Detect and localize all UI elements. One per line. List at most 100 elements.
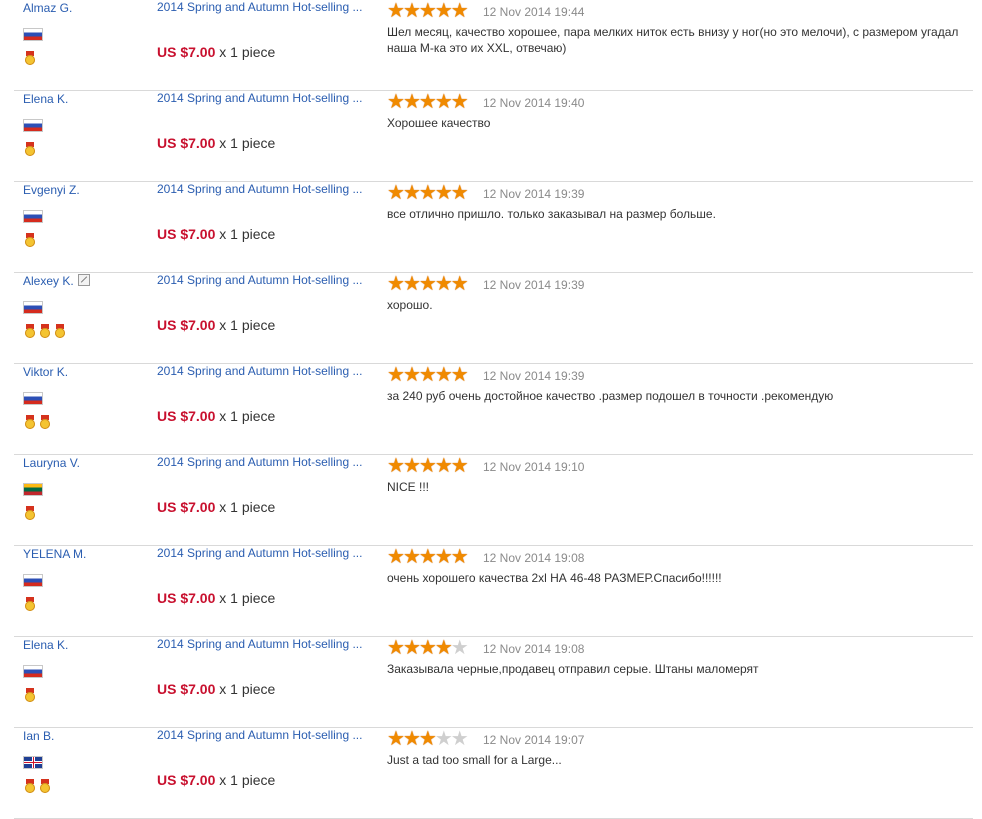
star-filled-icon: ★ [402, 91, 421, 113]
review-date: 12 Nov 2014 19:08 [483, 551, 585, 565]
star-filled-icon: ★ [418, 546, 437, 568]
price: US $7.00 [157, 135, 216, 151]
review-date: 12 Nov 2014 19:39 [483, 278, 585, 292]
star-filled-icon: ★ [418, 273, 437, 295]
medal-icon [25, 415, 35, 430]
product-link[interactable]: 2014 Spring and Autumn Hot-selling ... [157, 273, 373, 287]
price: US $7.00 [157, 681, 216, 697]
star-filled-icon: ★ [387, 728, 405, 750]
buyer-name[interactable]: Almaz G. [23, 1, 72, 15]
buyer-level-badges [25, 51, 40, 71]
star-filled-icon: ★ [387, 0, 405, 22]
medal-icon [25, 233, 35, 248]
star-filled-icon: ★ [418, 455, 437, 477]
buyer-level-badges [25, 324, 70, 344]
buyer-name[interactable]: Elena K. [23, 92, 68, 106]
order-info: US $7.00 x 1 piece [157, 499, 275, 515]
review-date: 12 Nov 2014 19:44 [483, 5, 585, 19]
buyer-name[interactable]: Ian B. [23, 729, 54, 743]
review-row: Viktor K. 2014 Spring and Autumn Hot-sell… [14, 364, 973, 455]
buyer-name-text[interactable]: Elena K. [23, 92, 68, 106]
buyer-name[interactable]: Lauryna V. [23, 456, 80, 470]
product-link[interactable]: 2014 Spring and Autumn Hot-selling ... [157, 364, 373, 378]
buyer-name[interactable]: Alexey K. [23, 274, 90, 288]
buyer-level-badges [25, 415, 55, 435]
star-empty-icon: ★ [434, 728, 453, 750]
product-link[interactable]: 2014 Spring and Autumn Hot-selling ... [157, 0, 373, 14]
star-rating: ★★★★★ [387, 0, 469, 22]
price: US $7.00 [157, 317, 216, 333]
buyer-name[interactable]: YELENA M. [23, 547, 86, 561]
star-filled-icon: ★ [450, 546, 469, 568]
buyer-name-text[interactable]: Alexey K. [23, 274, 74, 288]
review-date: 12 Nov 2014 19:39 [483, 369, 585, 383]
buyer-name[interactable]: Elena K. [23, 638, 68, 652]
order-info: US $7.00 x 1 piece [157, 44, 275, 60]
product-link[interactable]: 2014 Spring and Autumn Hot-selling ... [157, 182, 373, 196]
product-link[interactable]: 2014 Spring and Autumn Hot-selling ... [157, 637, 373, 651]
product-link[interactable]: 2014 Spring and Autumn Hot-selling ... [157, 91, 373, 105]
buyer-level-badges [25, 597, 40, 617]
star-rating: ★★★★★ [387, 182, 469, 204]
review-text: Шел месяц, качество хорошее, пара мелких… [387, 25, 959, 55]
star-rating: ★★★★★ [387, 91, 469, 113]
review-date: 12 Nov 2014 19:40 [483, 96, 585, 110]
star-filled-icon: ★ [434, 273, 453, 295]
star-filled-icon: ★ [450, 91, 469, 113]
quantity: x 1 piece [219, 226, 276, 242]
buyer-name-text[interactable]: Ian B. [23, 729, 54, 743]
country-flag-icon [23, 119, 43, 132]
star-rating: ★★★★★ [387, 728, 469, 750]
product-link[interactable]: 2014 Spring and Autumn Hot-selling ... [157, 728, 373, 742]
country-flag-icon [23, 301, 43, 314]
star-filled-icon: ★ [402, 637, 421, 659]
star-filled-icon: ★ [402, 728, 421, 750]
buyer-name-text[interactable]: Viktor K. [23, 365, 68, 379]
review-text: Хорошее качество [387, 116, 491, 130]
order-info: US $7.00 x 1 piece [157, 681, 275, 697]
buyer-name-text[interactable]: YELENA M. [23, 547, 86, 561]
country-flag-icon [23, 28, 43, 41]
country-flag-icon [23, 665, 43, 678]
star-filled-icon: ★ [418, 91, 437, 113]
medal-icon [25, 506, 35, 521]
buyer-name-text[interactable]: Lauryna V. [23, 456, 80, 470]
review-row: Elena K. 2014 Spring and Autumn Hot-selli… [14, 91, 973, 182]
edit-icon[interactable] [77, 274, 90, 286]
review-date: 12 Nov 2014 19:10 [483, 460, 585, 474]
review-row: Evgenyi Z. 2014 Spring and Autumn Hot-sel… [14, 182, 973, 273]
buyer-level-badges [25, 233, 40, 253]
review-row: Ian B. 2014 Spring and Autumn Hot-selling… [14, 728, 973, 819]
product-link[interactable]: 2014 Spring and Autumn Hot-selling ... [157, 546, 373, 560]
order-info: US $7.00 x 1 piece [157, 317, 275, 333]
star-filled-icon: ★ [402, 546, 421, 568]
star-rating: ★★★★★ [387, 546, 469, 568]
buyer-name-text[interactable]: Elena K. [23, 638, 68, 652]
review-row: Alexey K. 2014 Spring and Autumn Hot-sell… [14, 273, 973, 364]
buyer-level-badges [25, 506, 40, 526]
medal-icon [25, 142, 35, 157]
star-filled-icon: ★ [387, 91, 405, 113]
review-date: 12 Nov 2014 19:39 [483, 187, 585, 201]
review-row: Almaz G. 2014 Spring and Autumn Hot-selli… [14, 0, 973, 91]
star-filled-icon: ★ [387, 273, 405, 295]
star-empty-icon: ★ [450, 637, 469, 659]
price: US $7.00 [157, 590, 216, 606]
star-filled-icon: ★ [434, 637, 453, 659]
buyer-name-text[interactable]: Evgenyi Z. [23, 183, 80, 197]
buyer-name[interactable]: Viktor K. [23, 365, 68, 379]
product-link[interactable]: 2014 Spring and Autumn Hot-selling ... [157, 455, 373, 469]
quantity: x 1 piece [219, 44, 276, 60]
order-info: US $7.00 x 1 piece [157, 772, 275, 788]
star-filled-icon: ★ [434, 364, 453, 386]
price: US $7.00 [157, 44, 216, 60]
star-filled-icon: ★ [450, 0, 469, 22]
price: US $7.00 [157, 408, 216, 424]
medal-icon [25, 688, 35, 703]
star-rating: ★★★★★ [387, 455, 469, 477]
star-filled-icon: ★ [418, 182, 437, 204]
medal-icon [25, 779, 35, 794]
order-info: US $7.00 x 1 piece [157, 226, 275, 242]
buyer-name[interactable]: Evgenyi Z. [23, 183, 80, 197]
buyer-name-text[interactable]: Almaz G. [23, 1, 72, 15]
